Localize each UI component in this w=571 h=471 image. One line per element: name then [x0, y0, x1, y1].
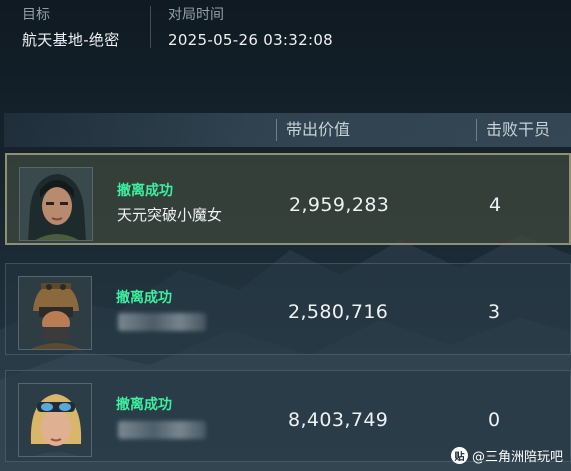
match-time-info: 对局时间 2025-05-26 03:32:08 — [168, 6, 333, 50]
target-value: 航天基地-绝密 — [22, 31, 120, 49]
column-separator — [476, 119, 477, 141]
kill-count: 0 — [488, 409, 501, 431]
hidden-player-name — [118, 313, 206, 331]
column-header-bar: 带出价值 击败干员 — [4, 113, 571, 147]
operator-portrait-3 — [18, 383, 92, 457]
player-name: 天元突破小魔女 — [117, 206, 223, 224]
hidden-player-name — [118, 421, 206, 439]
extraction-status: 撤离成功 — [116, 397, 172, 413]
operator-portrait-1 — [19, 167, 93, 241]
header-divider — [150, 6, 151, 48]
match-header: 目标 航天基地-绝密 对局时间 2025-05-26 03:32:08 — [0, 0, 571, 60]
teammate-row-1[interactable]: 撤离成功 天元突破小魔女 2,959,283 4 — [5, 153, 571, 245]
extracted-value: 2,580,716 — [288, 301, 389, 323]
match-time-label: 对局时间 — [168, 7, 224, 23]
operator-portrait-2 — [18, 276, 92, 350]
kill-count: 4 — [489, 194, 502, 216]
column-value-header: 带出价值 — [286, 120, 351, 139]
hooded-woman-icon — [20, 168, 92, 240]
teammate-row-2[interactable]: 撤离成功 2,580,716 3 — [5, 263, 571, 355]
blonde-goggles-operator-icon — [19, 384, 91, 456]
watermark: 贴 @三角洲陪玩吧 — [450, 446, 563, 465]
watermark-text: @三角洲陪玩吧 — [471, 450, 563, 465]
tieba-icon: 贴 — [450, 447, 468, 464]
target-info: 目标 航天基地-绝密 — [22, 6, 120, 50]
target-label: 目标 — [22, 7, 50, 23]
extracted-value: 2,959,283 — [289, 194, 390, 216]
helmet-operator-icon — [19, 277, 91, 349]
extracted-value: 8,403,749 — [288, 409, 389, 431]
extraction-status: 撤离成功 — [117, 183, 173, 199]
match-time-value: 2025-05-26 03:32:08 — [168, 31, 334, 49]
column-separator — [276, 119, 277, 141]
extraction-status: 撤离成功 — [116, 290, 172, 306]
kill-count: 3 — [488, 301, 501, 323]
column-kills-header: 击败干员 — [486, 120, 551, 139]
